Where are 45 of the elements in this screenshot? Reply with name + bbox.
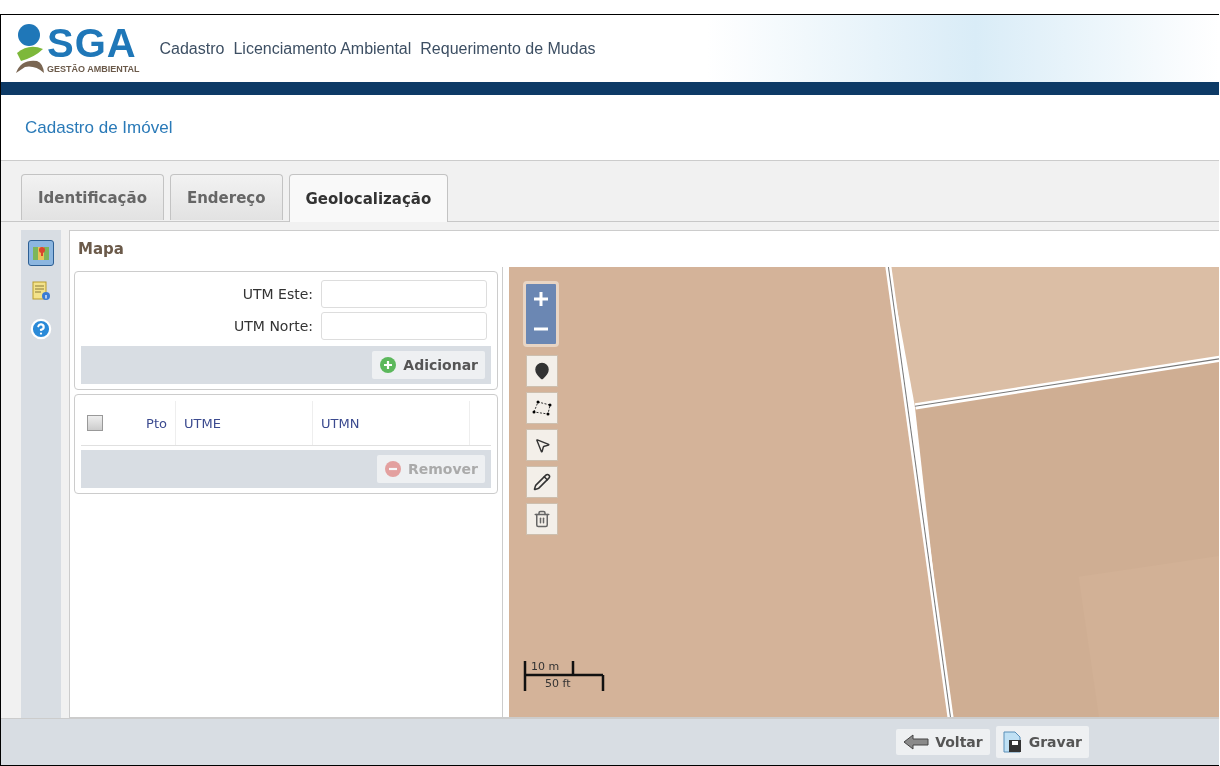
page-title: Cadastro de Imóvel	[25, 117, 173, 138]
map-icon	[32, 244, 50, 262]
pencil-icon	[533, 473, 551, 491]
tab[interactable]: Geolocalização	[288, 174, 449, 222]
column-header[interactable]: UTME	[176, 401, 313, 445]
plus-icon	[533, 291, 549, 307]
field-label: UTM Norte:	[234, 318, 313, 334]
map-tool-button[interactable]	[526, 466, 558, 498]
back-arrow-icon	[903, 734, 930, 750]
scale-label: 10 m	[531, 660, 560, 673]
side-tool-button[interactable]	[28, 240, 54, 266]
map-tool-button[interactable]	[526, 429, 558, 461]
logo-figure-icon	[15, 22, 45, 75]
column-header[interactable]: Pto	[119, 401, 176, 445]
marker-icon	[533, 362, 551, 380]
field-label: UTM Este:	[242, 286, 313, 302]
minus-icon	[534, 327, 548, 331]
save-button[interactable]: Gravar	[995, 726, 1089, 758]
input-field[interactable]	[321, 280, 487, 308]
pointer-icon	[533, 436, 551, 454]
trash-icon	[533, 510, 551, 528]
help-icon	[30, 318, 52, 340]
menu-link[interactable]: Requerimento de Mudas	[420, 39, 596, 58]
map-tool-button[interactable]	[526, 355, 558, 387]
document-info-icon	[32, 281, 50, 301]
add-button[interactable]: Adicionar	[372, 351, 485, 379]
plus-circle-icon	[379, 356, 398, 374]
back-button[interactable]: Voltar	[896, 729, 990, 755]
logo-tagline: GESTÃO AMBIENTAL	[47, 65, 140, 74]
panel-title: Mapa	[77, 239, 125, 260]
logo-wordmark: SGA	[47, 23, 138, 63]
menu-link[interactable]: Licenciamento Ambiental	[233, 39, 412, 58]
map-tool-button[interactable]	[526, 392, 558, 424]
menu-link[interactable]: Cadastro	[159, 39, 225, 58]
select-all-checkbox[interactable]	[87, 415, 103, 431]
column-header[interactable]: UTMN	[313, 401, 470, 445]
tab[interactable]: Identificação	[21, 174, 164, 220]
input-field[interactable]	[321, 312, 487, 340]
polygon-icon	[531, 400, 553, 416]
map-tool-button[interactable]	[526, 503, 558, 535]
side-tool-button[interactable]	[28, 316, 54, 342]
scale-label: 50 ft	[545, 677, 571, 690]
tab[interactable]: Endereço	[169, 174, 283, 220]
save-document-icon	[1002, 731, 1023, 753]
minus-circle-icon	[384, 460, 402, 478]
